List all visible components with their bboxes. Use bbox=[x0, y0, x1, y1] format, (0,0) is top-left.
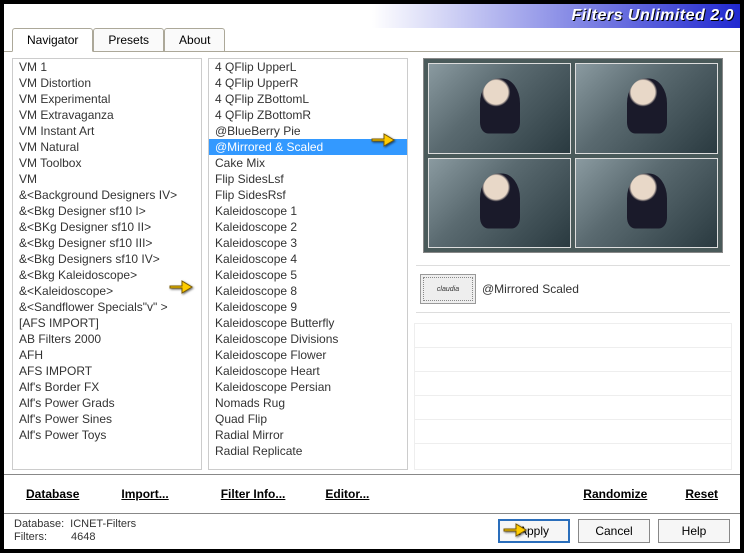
list-item[interactable]: VM Instant Art bbox=[13, 123, 201, 139]
param-row bbox=[415, 372, 731, 396]
list-item[interactable]: AB Filters 2000 bbox=[13, 331, 201, 347]
list-item[interactable]: Alf's Power Grads bbox=[13, 395, 201, 411]
filters-value: 4648 bbox=[71, 531, 95, 543]
list-item[interactable]: Nomads Rug bbox=[209, 395, 407, 411]
preview-quadrant bbox=[575, 63, 718, 154]
list-item[interactable]: Kaleidoscope 9 bbox=[209, 299, 407, 315]
list-item[interactable]: VM Distortion bbox=[13, 75, 201, 91]
list-item[interactable]: Alf's Power Sines bbox=[13, 411, 201, 427]
filters-label: Filters: bbox=[14, 531, 47, 543]
main-window: Filters Unlimited 2.0 NavigatorPresetsAb… bbox=[3, 3, 741, 550]
filter-name-section: claudia @Mirrored Scaled bbox=[414, 259, 732, 319]
stamp-text: claudia bbox=[437, 286, 459, 293]
filter-info-button[interactable]: Filter Info... bbox=[209, 484, 298, 504]
filter-list[interactable]: 4 QFlip UpperL4 QFlip UpperR4 QFlip ZBot… bbox=[208, 58, 408, 470]
list-item[interactable]: Kaleidoscope 8 bbox=[209, 283, 407, 299]
list-item[interactable]: 4 QFlip ZBottomR bbox=[209, 107, 407, 123]
list-item[interactable]: &<Bkg Designer sf10 I> bbox=[13, 203, 201, 219]
preview-quadrant bbox=[575, 158, 718, 249]
tab-presets[interactable]: Presets bbox=[93, 28, 164, 51]
footer: Database: ICNET-Filters Filters: 4648 Ap… bbox=[4, 513, 740, 549]
preview-quadrant bbox=[428, 63, 571, 154]
selected-filter-name: @Mirrored Scaled bbox=[482, 282, 579, 296]
list-item[interactable]: Radial Mirror bbox=[209, 427, 407, 443]
window-title: Filters Unlimited 2.0 bbox=[571, 7, 734, 25]
list-item[interactable]: Cake Mix bbox=[209, 155, 407, 171]
list-item[interactable]: @Mirrored & Scaled bbox=[209, 139, 407, 155]
list-item[interactable]: Kaleidoscope Divisions bbox=[209, 331, 407, 347]
list-item[interactable]: &<Bkg Designer sf10 III> bbox=[13, 235, 201, 251]
reset-button[interactable]: Reset bbox=[673, 484, 730, 504]
list-item[interactable]: AFS IMPORT bbox=[13, 363, 201, 379]
list-item[interactable]: Kaleidoscope 2 bbox=[209, 219, 407, 235]
category-list[interactable]: VM 1VM DistortionVM ExperimentalVM Extra… bbox=[12, 58, 202, 470]
list-item[interactable]: Kaleidoscope Persian bbox=[209, 379, 407, 395]
list-item[interactable]: Kaleidoscope 1 bbox=[209, 203, 407, 219]
list-item[interactable]: Quad Flip bbox=[209, 411, 407, 427]
list-item[interactable]: Alf's Power Toys bbox=[13, 427, 201, 443]
list-item[interactable]: Kaleidoscope Flower bbox=[209, 347, 407, 363]
list-item[interactable]: VM Natural bbox=[13, 139, 201, 155]
list-item[interactable]: Kaleidoscope 3 bbox=[209, 235, 407, 251]
tab-bar: NavigatorPresetsAbout bbox=[4, 28, 740, 52]
param-row bbox=[415, 396, 731, 420]
param-row bbox=[415, 420, 731, 444]
preview-image bbox=[423, 58, 723, 253]
list-item[interactable]: 4 QFlip ZBottomL bbox=[209, 91, 407, 107]
titlebar: Filters Unlimited 2.0 bbox=[4, 4, 740, 28]
list-item[interactable]: AFH bbox=[13, 347, 201, 363]
editor-button[interactable]: Editor... bbox=[313, 484, 381, 504]
list-item[interactable]: Radial Replicate bbox=[209, 443, 407, 459]
list-item[interactable]: &<BKg Designer sf10 II> bbox=[13, 219, 201, 235]
list-item[interactable]: &<Background Designers IV> bbox=[13, 187, 201, 203]
list-item[interactable]: &<Kaleidoscope> bbox=[13, 283, 201, 299]
content-area: VM 1VM DistortionVM ExperimentalVM Extra… bbox=[4, 52, 740, 474]
tab-about[interactable]: About bbox=[164, 28, 225, 51]
list-item[interactable]: Flip SidesRsf bbox=[209, 187, 407, 203]
import-button[interactable]: Import... bbox=[109, 484, 180, 504]
preview-quadrant bbox=[428, 158, 571, 249]
list-item[interactable]: Flip SidesLsf bbox=[209, 171, 407, 187]
parameters-area bbox=[414, 323, 732, 470]
list-item[interactable]: VM Toolbox bbox=[13, 155, 201, 171]
list-item[interactable]: Kaleidoscope 5 bbox=[209, 267, 407, 283]
list-item[interactable]: Kaleidoscope 4 bbox=[209, 251, 407, 267]
footer-buttons: Apply Cancel Help bbox=[498, 519, 730, 543]
action-bar: Database Import... Filter Info... Editor… bbox=[4, 474, 740, 513]
list-item[interactable]: VM Experimental bbox=[13, 91, 201, 107]
randomize-button[interactable]: Randomize bbox=[571, 484, 659, 504]
list-item[interactable]: Kaleidoscope Heart bbox=[209, 363, 407, 379]
list-item[interactable]: [AFS IMPORT] bbox=[13, 315, 201, 331]
list-item[interactable]: 4 QFlip UpperL bbox=[209, 59, 407, 75]
db-value: ICNET-Filters bbox=[70, 518, 136, 530]
help-button[interactable]: Help bbox=[658, 519, 730, 543]
list-item[interactable]: VM 1 bbox=[13, 59, 201, 75]
list-item[interactable]: 4 QFlip UpperR bbox=[209, 75, 407, 91]
list-item[interactable]: VM Extravaganza bbox=[13, 107, 201, 123]
list-item[interactable]: &<Sandflower Specials"v" > bbox=[13, 299, 201, 315]
list-item[interactable]: VM bbox=[13, 171, 201, 187]
cancel-button[interactable]: Cancel bbox=[578, 519, 650, 543]
database-button[interactable]: Database bbox=[14, 484, 91, 504]
list-item[interactable]: Alf's Border FX bbox=[13, 379, 201, 395]
list-item[interactable]: Kaleidoscope Butterfly bbox=[209, 315, 407, 331]
list-item[interactable]: &<Bkg Kaleidoscope> bbox=[13, 267, 201, 283]
author-stamp: claudia bbox=[420, 274, 476, 304]
tab-navigator[interactable]: Navigator bbox=[12, 28, 93, 52]
footer-info: Database: ICNET-Filters Filters: 4648 bbox=[14, 518, 136, 543]
db-label: Database: bbox=[14, 518, 64, 530]
apply-button[interactable]: Apply bbox=[498, 519, 570, 543]
list-item[interactable]: @BlueBerry Pie bbox=[209, 123, 407, 139]
list-item[interactable]: &<Bkg Designers sf10 IV> bbox=[13, 251, 201, 267]
param-row bbox=[415, 324, 731, 348]
param-row bbox=[415, 348, 731, 372]
right-panel: claudia @Mirrored Scaled bbox=[414, 58, 732, 470]
